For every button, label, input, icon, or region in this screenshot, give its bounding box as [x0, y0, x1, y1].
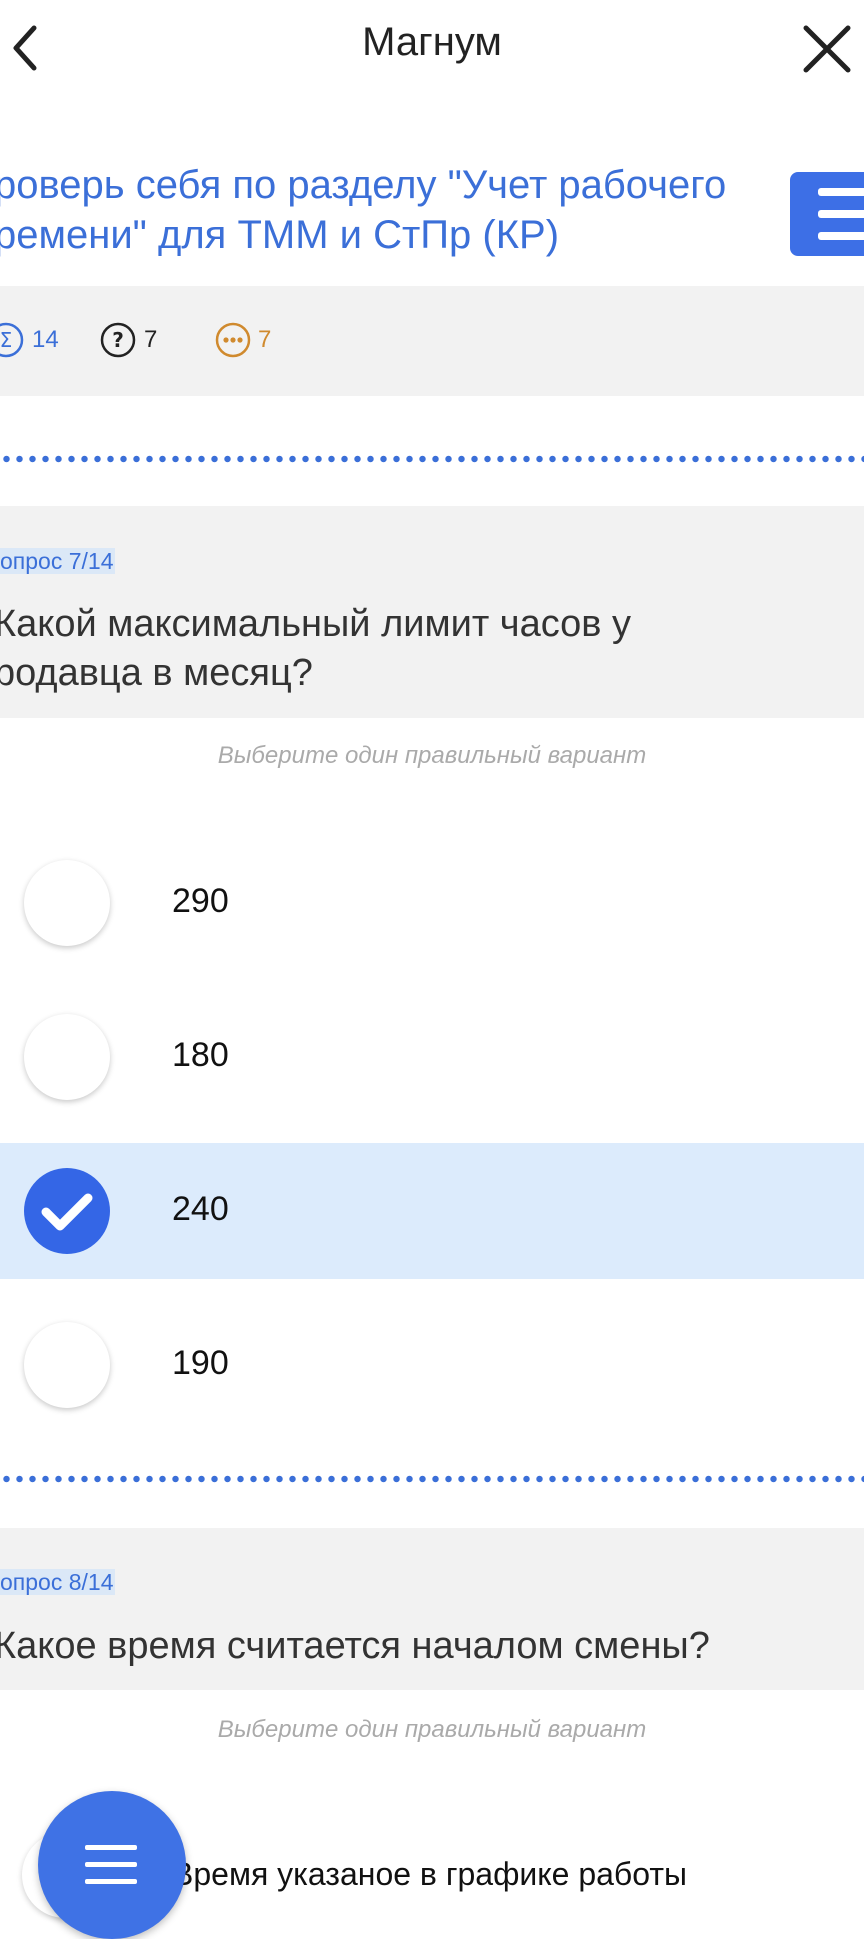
question-icon: ?: [100, 322, 136, 358]
quiz-title-line2: ремени" для ТММ и СтПр (КР): [0, 213, 560, 257]
close-icon: [803, 25, 851, 73]
option-label: Время указаное в графике работы: [172, 1856, 687, 1892]
quiz-title: роверь себя по разделу "Учет рабочего ре…: [0, 160, 794, 260]
option-label: 180: [172, 1036, 229, 1074]
question-text: Какой максимальный лимит часов у родавца…: [0, 603, 632, 694]
question-number: опрос 8/14: [0, 1569, 116, 1595]
answer-option-selected[interactable]: 240: [0, 1143, 864, 1279]
quiz-title-line1: роверь себя по разделу "Учет рабочего: [0, 163, 727, 207]
radio-button-checked[interactable]: [24, 1168, 110, 1254]
question-hint: Выберите один правильный вариант: [217, 1716, 647, 1743]
app-title: Магнум: [362, 20, 502, 64]
sigma-icon: Σ: [0, 322, 24, 358]
option-label: 190: [172, 1344, 229, 1382]
answer-option[interactable]: 290: [0, 835, 864, 971]
option-label: 290: [172, 882, 229, 920]
floating-menu-button[interactable]: [38, 1791, 186, 1939]
svg-text:Σ: Σ: [0, 328, 12, 352]
total-count: 14: [32, 326, 59, 353]
more-dots-icon: [215, 322, 251, 358]
radio-button[interactable]: [24, 860, 110, 946]
menu-button[interactable]: [790, 172, 864, 256]
menu-icon: [818, 188, 864, 240]
unanswered-count: 7: [144, 326, 158, 353]
checkmark-icon: [41, 1193, 93, 1231]
question-number: опрос 7/14: [0, 548, 116, 574]
close-button[interactable]: [800, 22, 854, 76]
answer-option[interactable]: 180: [0, 989, 864, 1125]
option-label: 240: [172, 1190, 229, 1228]
radio-button[interactable]: [24, 1322, 110, 1408]
pending-count: 7: [258, 326, 272, 353]
answer-option[interactable]: 190: [0, 1297, 864, 1433]
svg-text:?: ?: [112, 328, 124, 352]
dotted-separator: [0, 1475, 864, 1483]
dotted-separator: [0, 455, 864, 463]
question-hint: Выберите один правильный вариант: [217, 742, 647, 769]
radio-button[interactable]: [24, 1014, 110, 1100]
menu-icon: [85, 1845, 137, 1884]
question-text: Какое время считается началом смены?: [0, 1625, 710, 1667]
